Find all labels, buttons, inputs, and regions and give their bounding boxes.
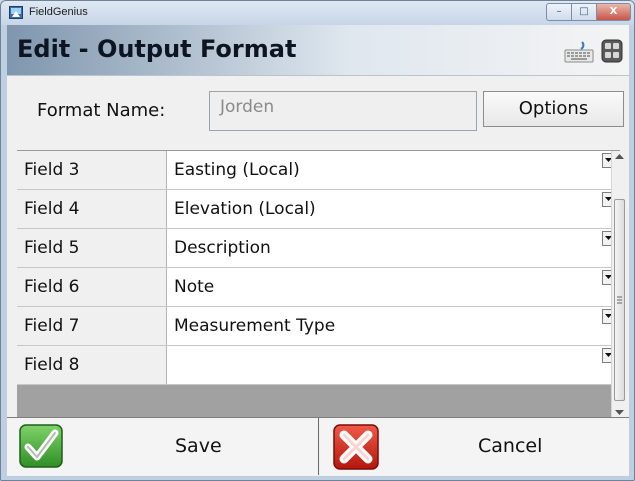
field-value-cell[interactable]: Description: [167, 229, 602, 267]
table-row: Field 3 Easting (Local): [17, 151, 614, 190]
options-button[interactable]: Options: [483, 91, 624, 127]
field-value-cell[interactable]: [167, 346, 602, 384]
cancel-label: Cancel: [478, 435, 543, 457]
format-name-label: Format Name:: [37, 100, 166, 121]
table-row: Field 4 Elevation (Local): [17, 190, 614, 229]
cancel-button[interactable]: Cancel: [320, 418, 629, 475]
app-icon: [9, 6, 23, 19]
keyboard-icon[interactable]: [564, 41, 594, 63]
field-name-cell: Field 5: [17, 229, 167, 267]
footer-bar: Save Cancel: [7, 417, 629, 475]
scroll-down-icon[interactable]: [615, 410, 624, 416]
title-bar: FieldGenius – □ X: [1, 1, 634, 25]
table-row: Field 7 Measurement Type: [17, 307, 614, 346]
minimize-button[interactable]: –: [546, 3, 572, 21]
field-name-cell: Field 8: [17, 346, 167, 384]
field-value-cell[interactable]: Elevation (Local): [167, 190, 602, 228]
format-name-field[interactable]: Jorden: [209, 91, 477, 131]
field-name-cell: Field 3: [17, 151, 167, 189]
client-area: Edit - Output Format Format Name: Jorden: [7, 25, 629, 476]
grip-icon: [617, 296, 622, 304]
table-row: Field 8: [17, 346, 614, 385]
scroll-up-icon[interactable]: [615, 154, 624, 160]
page-header: Edit - Output Format: [7, 25, 629, 76]
field-value-cell[interactable]: Easting (Local): [167, 151, 602, 189]
field-name-cell: Field 7: [17, 307, 167, 345]
table-row: Field 5 Description: [17, 229, 614, 268]
close-button[interactable]: X: [596, 3, 631, 21]
checkmark-icon: [19, 424, 63, 468]
field-name-cell: Field 6: [17, 268, 167, 306]
page-title: Edit - Output Format: [17, 35, 297, 63]
field-name-cell: Field 4: [17, 190, 167, 228]
vertical-scrollbar[interactable]: [611, 151, 627, 419]
app-window: FieldGenius – □ X Edit - Output Format F…: [0, 0, 635, 481]
window-title: FieldGenius: [29, 6, 88, 18]
table-row: Field 6 Note: [17, 268, 614, 307]
field-grid: Field 3 Easting (Local) Field 4 Elevatio…: [17, 150, 627, 419]
scrollbar-thumb[interactable]: [614, 199, 625, 401]
field-value-cell[interactable]: Note: [167, 268, 602, 306]
keypad-icon[interactable]: [601, 39, 623, 63]
save-label: Save: [175, 435, 222, 457]
maximize-button[interactable]: □: [571, 3, 597, 21]
cancel-x-icon: [333, 424, 379, 470]
save-button[interactable]: Save: [7, 418, 319, 475]
field-value-cell[interactable]: Measurement Type: [167, 307, 602, 345]
